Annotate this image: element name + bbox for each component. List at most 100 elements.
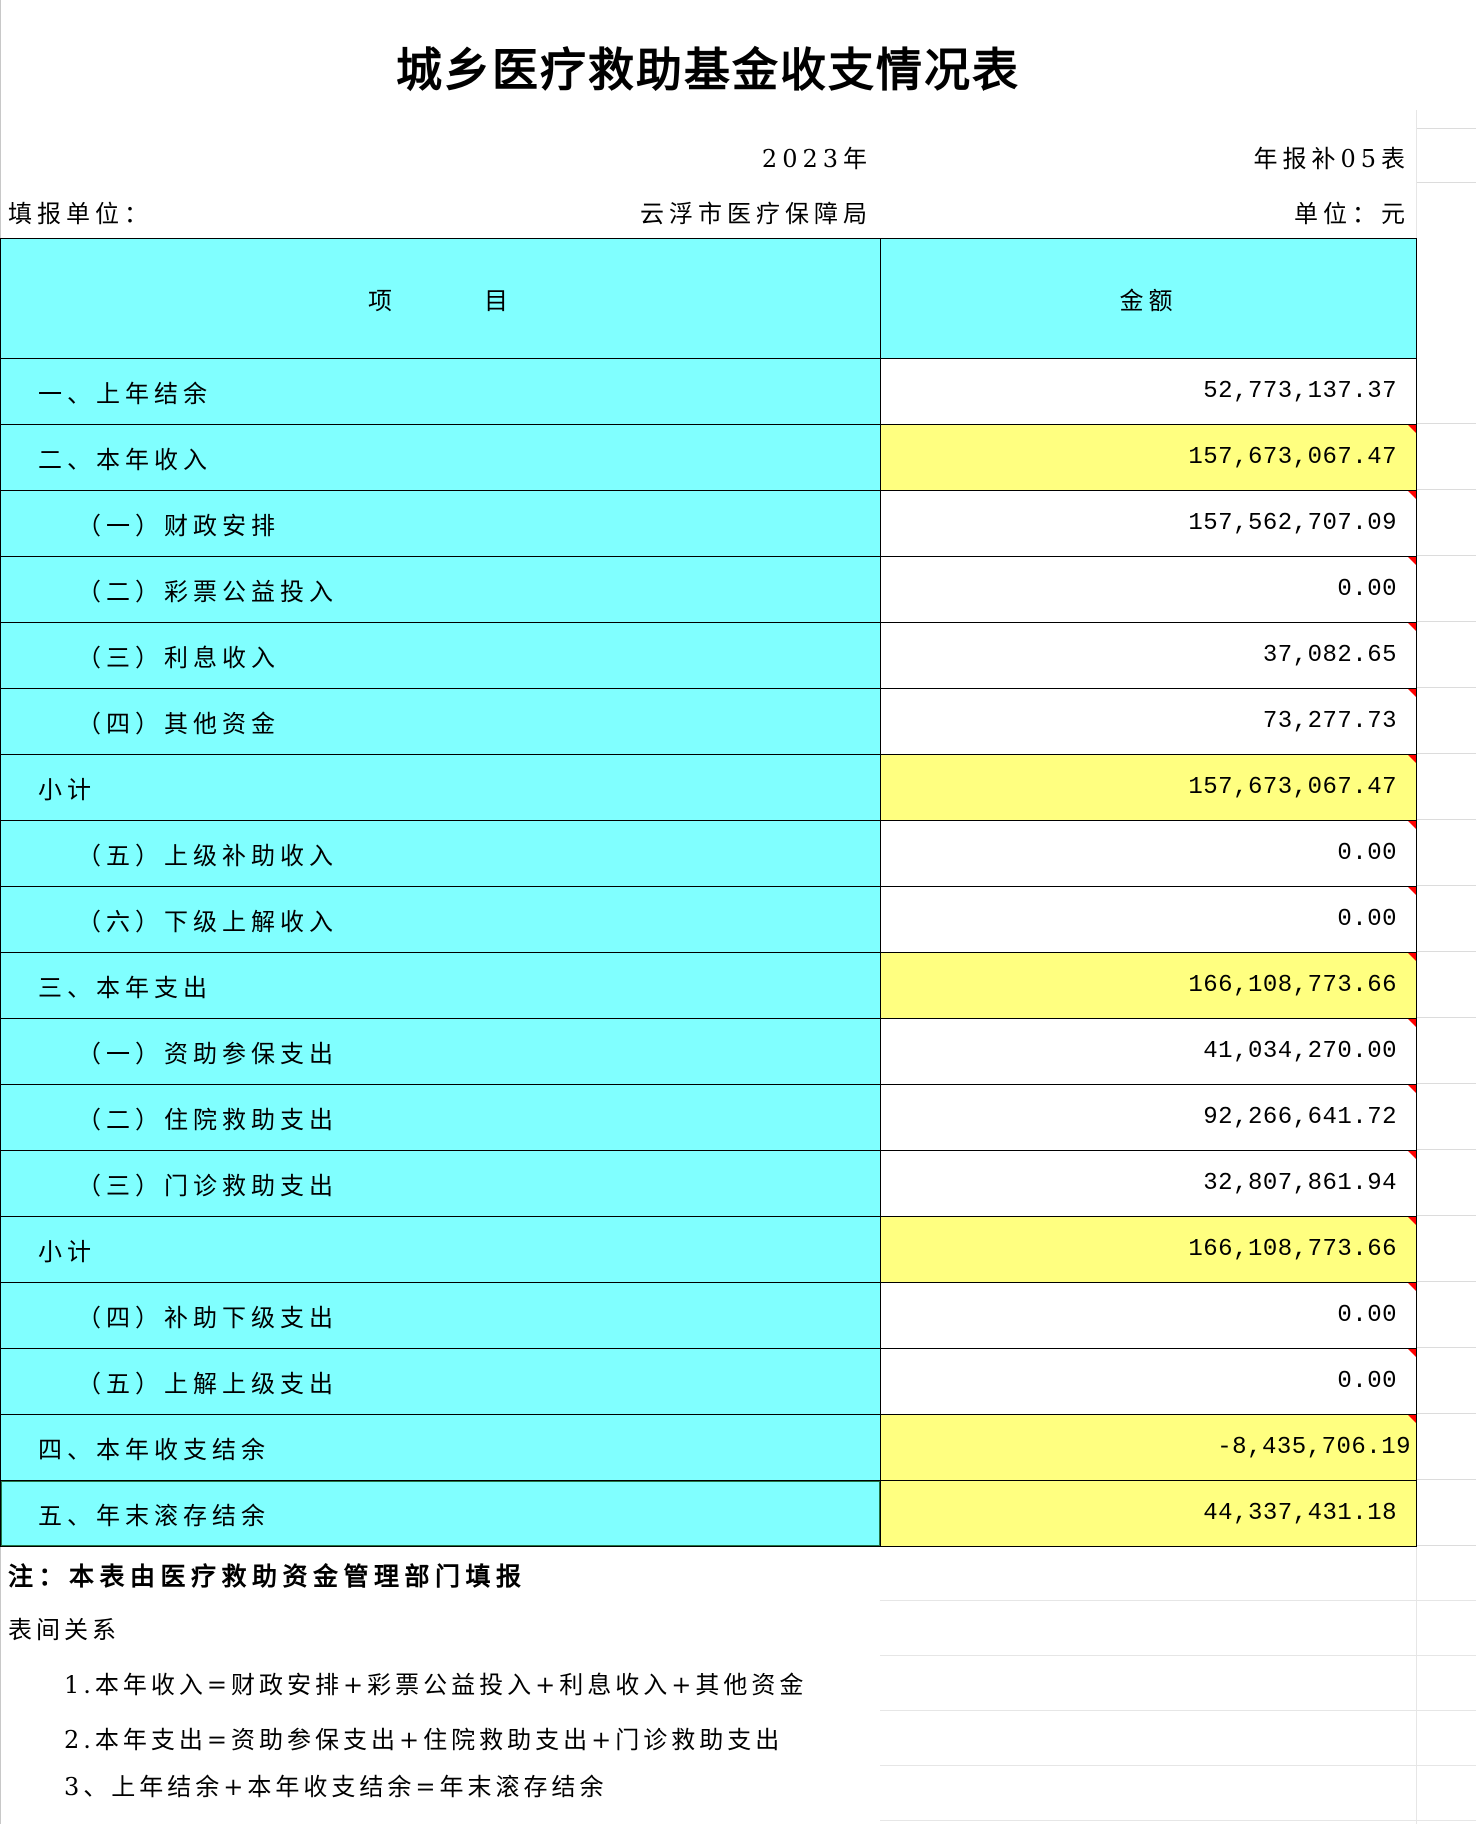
table-row: 小计 157,673,067.47 xyxy=(0,754,1417,821)
table-row: （二）住院救助支出 92,266,641.72 xyxy=(0,1084,1417,1151)
header-amount-label: 金额 xyxy=(1119,287,1178,315)
amount-cell[interactable]: 0.00 xyxy=(880,886,1417,953)
item-label: （二）彩票公益投入 xyxy=(77,578,338,606)
amount-cell[interactable]: 157,673,067.47 xyxy=(880,424,1417,491)
item-cell[interactable]: 小计 xyxy=(0,754,881,821)
item-cell[interactable]: （六）下级上解收入 xyxy=(0,886,881,953)
item-label: （三）门诊救助支出 xyxy=(77,1172,338,1200)
table-row: 二、本年收入 157,673,067.47 xyxy=(0,424,1417,491)
comment-marker-icon xyxy=(1408,887,1416,895)
amount-cell[interactable]: 44,337,431.18 xyxy=(880,1480,1417,1547)
table-row: 五、年末滚存结余 44,337,431.18 xyxy=(0,1480,1417,1547)
amount-cell[interactable]: 0.00 xyxy=(880,820,1417,887)
table-row: 三、本年支出 166,108,773.66 xyxy=(0,952,1417,1019)
item-label: 小计 xyxy=(38,1238,96,1266)
amount-cell[interactable]: 37,082.65 xyxy=(880,622,1417,689)
comment-marker-icon xyxy=(1408,557,1416,565)
amount-value: 52,773,137.37 xyxy=(1203,378,1397,405)
item-label: （二）住院救助支出 xyxy=(77,1106,338,1134)
table-row: （六）下级上解收入 0.00 xyxy=(0,886,1417,953)
item-label: （一）资助参保支出 xyxy=(77,1040,338,1068)
table-row: 小计 166,108,773.66 xyxy=(0,1216,1417,1283)
relation-line-3: 3、上年结余+本年收支结余=年末滚存结余 xyxy=(64,1773,608,1801)
amount-cell[interactable]: 0.00 xyxy=(880,1282,1417,1349)
table-row: （四）补助下级支出 0.00 xyxy=(0,1282,1417,1349)
relation-line-1: 1.本年收入=财政安排+彩票公益投入+利息收入+其他资金 xyxy=(64,1671,808,1699)
item-cell[interactable]: 三、本年支出 xyxy=(0,952,881,1019)
amount-value: 157,673,067.47 xyxy=(1188,444,1397,471)
amount-cell[interactable]: 92,266,641.72 xyxy=(880,1084,1417,1151)
table-row: （五）上解上级支出 0.00 xyxy=(0,1348,1417,1415)
item-label: （三）利息收入 xyxy=(77,644,280,672)
item-cell[interactable]: （四）补助下级支出 xyxy=(0,1282,881,1349)
comment-marker-icon xyxy=(1408,491,1416,499)
item-label: （五）上解上级支出 xyxy=(77,1370,338,1398)
form-code: 年报补05表 xyxy=(1253,145,1410,173)
item-cell-selected[interactable]: 五、年末滚存结余 xyxy=(0,1480,881,1547)
item-label: （五）上级补助收入 xyxy=(77,842,338,870)
item-cell[interactable]: （五）上解上级支出 xyxy=(0,1348,881,1415)
table-header-row: 项 目 金额 xyxy=(0,238,1417,359)
table-row: 四、本年收支结余 -8,435,706.19 xyxy=(0,1414,1417,1481)
item-cell[interactable]: 一、上年结余 xyxy=(0,358,881,425)
amount-value: 92,266,641.72 xyxy=(1203,1104,1397,1131)
item-cell[interactable]: （四）其他资金 xyxy=(0,688,881,755)
comment-marker-icon xyxy=(1408,821,1416,829)
header-item-cell[interactable]: 项 目 xyxy=(0,238,881,359)
remark-note: 注：本表由医疗救助资金管理部门填报 xyxy=(8,1562,527,1591)
comment-marker-icon xyxy=(1408,1217,1416,1225)
amount-value: 37,082.65 xyxy=(1262,642,1397,669)
comment-marker-icon xyxy=(1408,1151,1416,1159)
item-cell[interactable]: （三）利息收入 xyxy=(0,622,881,689)
amount-value: 41,034,270.00 xyxy=(1203,1038,1397,1065)
item-cell[interactable]: （二）彩票公益投入 xyxy=(0,556,881,623)
item-cell[interactable]: 二、本年收入 xyxy=(0,424,881,491)
table-row: （四）其他资金 73,277.73 xyxy=(0,688,1417,755)
amount-value: 0.00 xyxy=(1337,1368,1397,1395)
item-cell[interactable]: （一）财政安排 xyxy=(0,490,881,557)
amount-cell[interactable]: 41,034,270.00 xyxy=(880,1018,1417,1085)
item-label: 三、本年支出 xyxy=(38,974,212,1002)
comment-marker-icon xyxy=(1408,1085,1416,1093)
comment-marker-icon xyxy=(1408,1349,1416,1357)
item-cell[interactable]: （一）资助参保支出 xyxy=(0,1018,881,1085)
amount-cell[interactable]: 0.00 xyxy=(880,556,1417,623)
table-row: （一）资助参保支出 41,034,270.00 xyxy=(0,1018,1417,1085)
comment-marker-icon xyxy=(1408,755,1416,763)
item-label: 二、本年收入 xyxy=(38,446,212,474)
amount-cell[interactable]: 157,562,707.09 xyxy=(880,490,1417,557)
amount-cell[interactable]: 73,277.73 xyxy=(880,688,1417,755)
item-label: 小计 xyxy=(38,776,96,804)
amount-cell[interactable]: 166,108,773.66 xyxy=(880,1216,1417,1283)
amount-cell[interactable]: 0.00 xyxy=(880,1348,1417,1415)
item-label: 一、上年结余 xyxy=(38,380,212,408)
item-cell[interactable]: 四、本年收支结余 xyxy=(0,1414,881,1481)
item-cell[interactable]: （五）上级补助收入 xyxy=(0,820,881,887)
item-cell[interactable]: （三）门诊救助支出 xyxy=(0,1150,881,1217)
relations-title: 表间关系 xyxy=(8,1616,120,1644)
table-row: （一）财政安排 157,562,707.09 xyxy=(0,490,1417,557)
table-row: （三）利息收入 37,082.65 xyxy=(0,622,1417,689)
item-cell[interactable]: 小计 xyxy=(0,1216,881,1283)
amount-value: 166,108,773.66 xyxy=(1188,1236,1397,1263)
amount-value: -8,435,706.19 xyxy=(1217,1434,1411,1461)
gridline-vertical-bottom xyxy=(1416,1546,1417,1824)
amount-cell[interactable]: 52,773,137.37 xyxy=(880,358,1417,425)
amount-value: 0.00 xyxy=(1337,840,1397,867)
amount-value: 157,562,707.09 xyxy=(1188,510,1397,537)
amount-cell[interactable]: 32,807,861.94 xyxy=(880,1150,1417,1217)
item-label: （一）财政安排 xyxy=(77,512,280,540)
comment-marker-icon xyxy=(1408,623,1416,631)
amount-cell[interactable]: -8,435,706.19 xyxy=(880,1414,1417,1481)
table-row: （三）门诊救助支出 32,807,861.94 xyxy=(0,1150,1417,1217)
header-amount-cell[interactable]: 金额 xyxy=(880,238,1417,359)
comment-marker-icon xyxy=(1408,425,1416,433)
item-label: （四）其他资金 xyxy=(77,710,280,738)
table-row: （五）上级补助收入 0.00 xyxy=(0,820,1417,887)
amount-cell[interactable]: 166,108,773.66 xyxy=(880,952,1417,1019)
header-item-label: 项 目 xyxy=(368,287,513,315)
fund-table: 项 目 金额 一、上年结余 52,773,137.37 二、本年收入 157,6… xyxy=(0,238,1417,1547)
amount-cell[interactable]: 157,673,067.47 xyxy=(880,754,1417,821)
comment-marker-icon xyxy=(1408,1283,1416,1291)
item-cell[interactable]: （二）住院救助支出 xyxy=(0,1084,881,1151)
